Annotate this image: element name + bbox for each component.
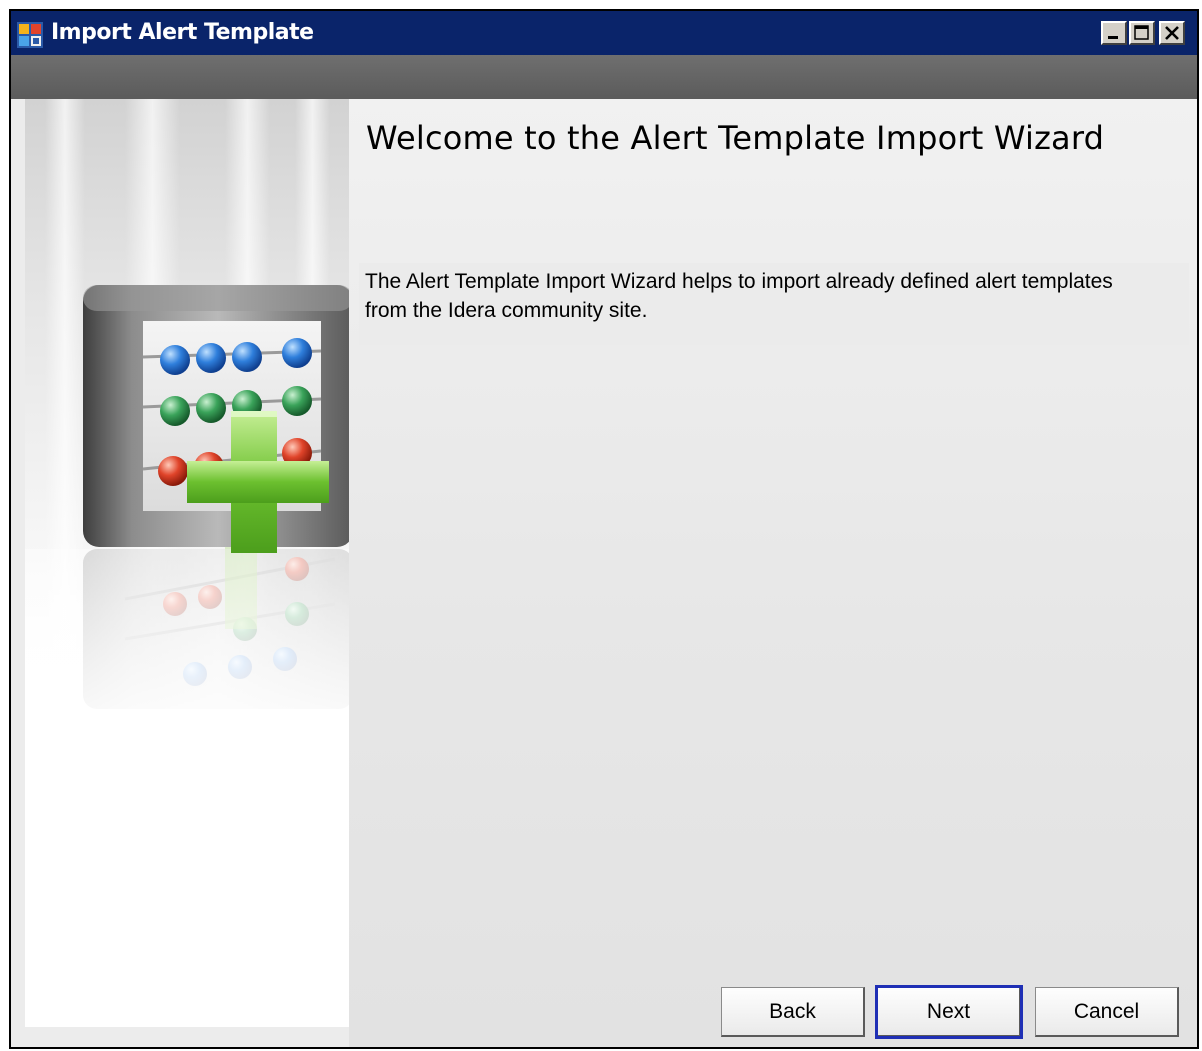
import-alert-template-window: Import Alert Template Welcome to the Ale… [9,9,1199,1049]
maximize-icon [1134,25,1149,40]
close-button[interactable] [1159,21,1185,45]
side-panel-bottom-strip [25,1027,349,1047]
description-text: The Alert Template Import Wizard helps t… [365,270,1113,322]
header-band [11,55,1197,99]
close-icon [1165,26,1179,40]
title-bar[interactable]: Import Alert Template [11,11,1197,55]
app-icon [17,22,43,48]
cancel-button[interactable]: Cancel [1035,987,1179,1037]
description-box: The Alert Template Import Wizard helps t… [359,263,1189,345]
page-title: Welcome to the Alert Template Import Wiz… [366,119,1105,157]
back-button[interactable]: Back [721,987,865,1037]
minimize-icon [1108,36,1118,39]
wizard-side-panel [25,99,349,1047]
minimize-button[interactable] [1101,21,1127,45]
window-title: Import Alert Template [51,20,314,45]
abacus-plus-icon [25,99,349,1047]
next-button[interactable]: Next [875,985,1023,1039]
maximize-button[interactable] [1129,21,1155,45]
wizard-content: Welcome to the Alert Template Import Wiz… [349,99,1197,1047]
